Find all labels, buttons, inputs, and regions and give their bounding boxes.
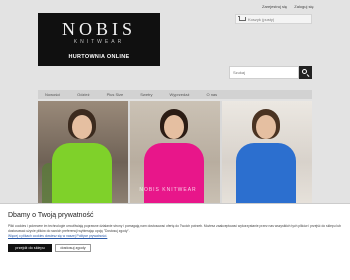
nav-item-odziez[interactable]: Odzież bbox=[77, 92, 89, 97]
account-links: Zarejestruj się Zaloguj się bbox=[262, 4, 320, 9]
cookie-banner: Dbamy o Twoją prywatność Pliki cookies i… bbox=[0, 203, 350, 280]
nav-item-plus-size[interactable]: Plus Size bbox=[107, 92, 124, 97]
cart-icon bbox=[238, 16, 246, 22]
model-sweater bbox=[236, 143, 296, 203]
logo-tagline: HURTOWNIA ONLINE bbox=[68, 54, 130, 60]
cart-label: Koszyk (pusty) bbox=[248, 16, 275, 22]
privacy-policy-link[interactable]: Więcej o plikach cookies dowiesz się w n… bbox=[8, 234, 107, 238]
hero-caption: NOBIS KNITWEAR bbox=[139, 187, 197, 193]
search-input[interactable] bbox=[229, 66, 299, 79]
register-link[interactable]: Zarejestruj się bbox=[262, 4, 287, 9]
cookie-settings-button[interactable]: dostosuj zgody bbox=[55, 244, 91, 252]
search-icon-handle bbox=[306, 74, 310, 77]
cookie-title: Dbamy o Twoją prywatność bbox=[8, 212, 94, 219]
hero-slider[interactable]: NOBIS KNITWEAR bbox=[38, 101, 312, 203]
page: Zarejestruj się Zaloguj się NOBIS KNITWE… bbox=[0, 0, 350, 280]
cookie-text: Pliki cookies i pokrewne im technologie … bbox=[8, 224, 341, 233]
login-link[interactable]: Zaloguj się bbox=[294, 4, 313, 9]
model-sweater bbox=[52, 143, 112, 203]
search-button[interactable] bbox=[299, 66, 312, 79]
search-icon bbox=[302, 69, 307, 74]
model-head bbox=[256, 115, 276, 139]
nav-item-nowosci[interactable]: Nowości bbox=[45, 92, 60, 97]
logo-subtitle: KNITWEAR bbox=[73, 39, 125, 45]
model-head bbox=[72, 115, 92, 139]
accept-cookies-button[interactable]: przejdź do sklepu bbox=[8, 244, 52, 252]
nav-item-o-nas[interactable]: O nas bbox=[206, 92, 217, 97]
store-logo[interactable]: NOBIS KNITWEAR HURTOWNIA ONLINE bbox=[38, 13, 160, 66]
hero-photo-blue-sweater bbox=[222, 101, 312, 203]
main-nav: Nowości Odzież Plus Size Swetry Wyprzeda… bbox=[38, 90, 312, 99]
logo-brand: NOBIS bbox=[61, 19, 136, 39]
cart-button[interactable]: Koszyk (pusty) bbox=[235, 14, 312, 24]
nav-item-wyprzedaz[interactable]: Wyprzedaż bbox=[170, 92, 190, 97]
nav-item-swetry[interactable]: Swetry bbox=[140, 92, 152, 97]
model-head bbox=[164, 115, 184, 139]
